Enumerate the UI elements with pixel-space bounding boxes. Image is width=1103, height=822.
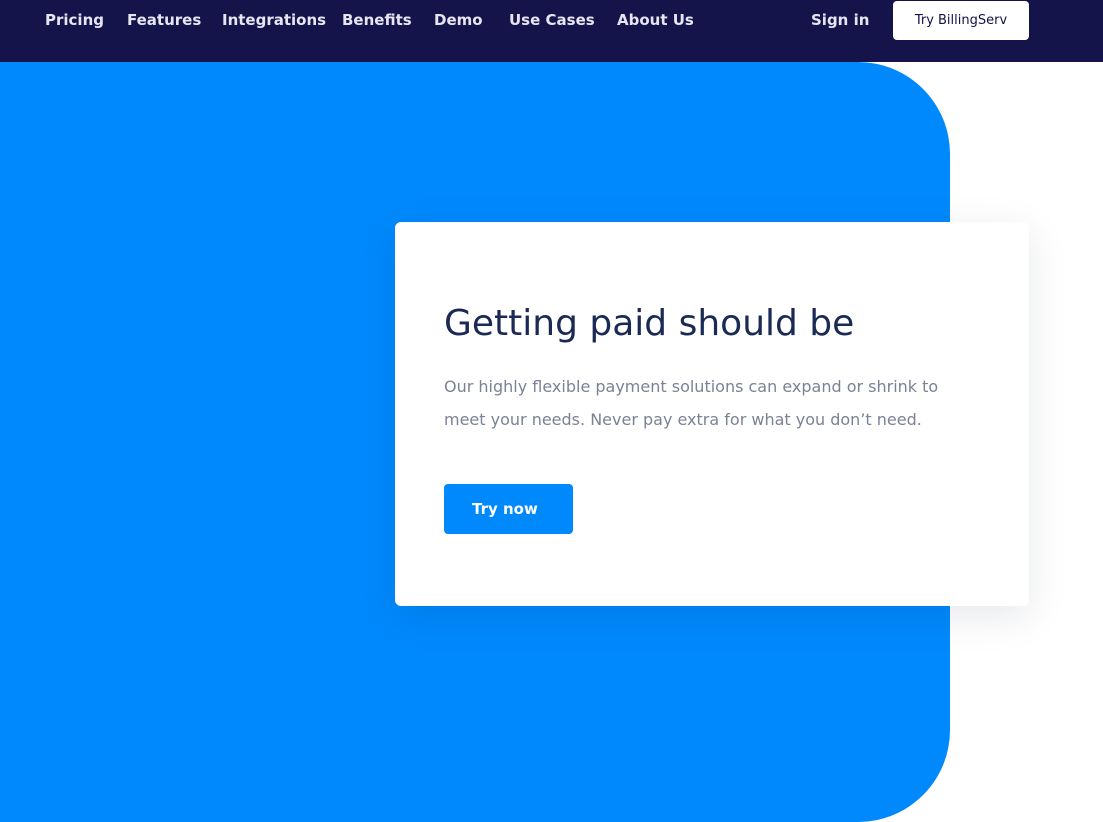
top-navbar: Pricing Features Integrations Benefits D…: [0, 0, 1103, 62]
nav-link-benefits[interactable]: Benefits: [342, 9, 412, 31]
nav-link-pricing[interactable]: Pricing: [45, 9, 104, 31]
hero-card: Getting paid should be Our highly flexib…: [395, 222, 1029, 606]
nav-link-integrations[interactable]: Integrations: [222, 9, 326, 31]
try-billingserv-button[interactable]: Try BillingServ: [893, 1, 1029, 40]
nav-link-use-cases[interactable]: Use Cases: [509, 9, 595, 31]
nav-link-about-us[interactable]: About Us: [617, 9, 694, 31]
hero-title: Getting paid should be: [444, 303, 855, 344]
hero-description: Our highly flexible payment solutions ca…: [444, 377, 939, 429]
sign-in-link[interactable]: Sign in: [811, 9, 869, 31]
nav-link-demo[interactable]: Demo: [434, 9, 483, 31]
try-now-button[interactable]: Try now: [444, 484, 573, 534]
nav-link-features[interactable]: Features: [127, 9, 201, 31]
